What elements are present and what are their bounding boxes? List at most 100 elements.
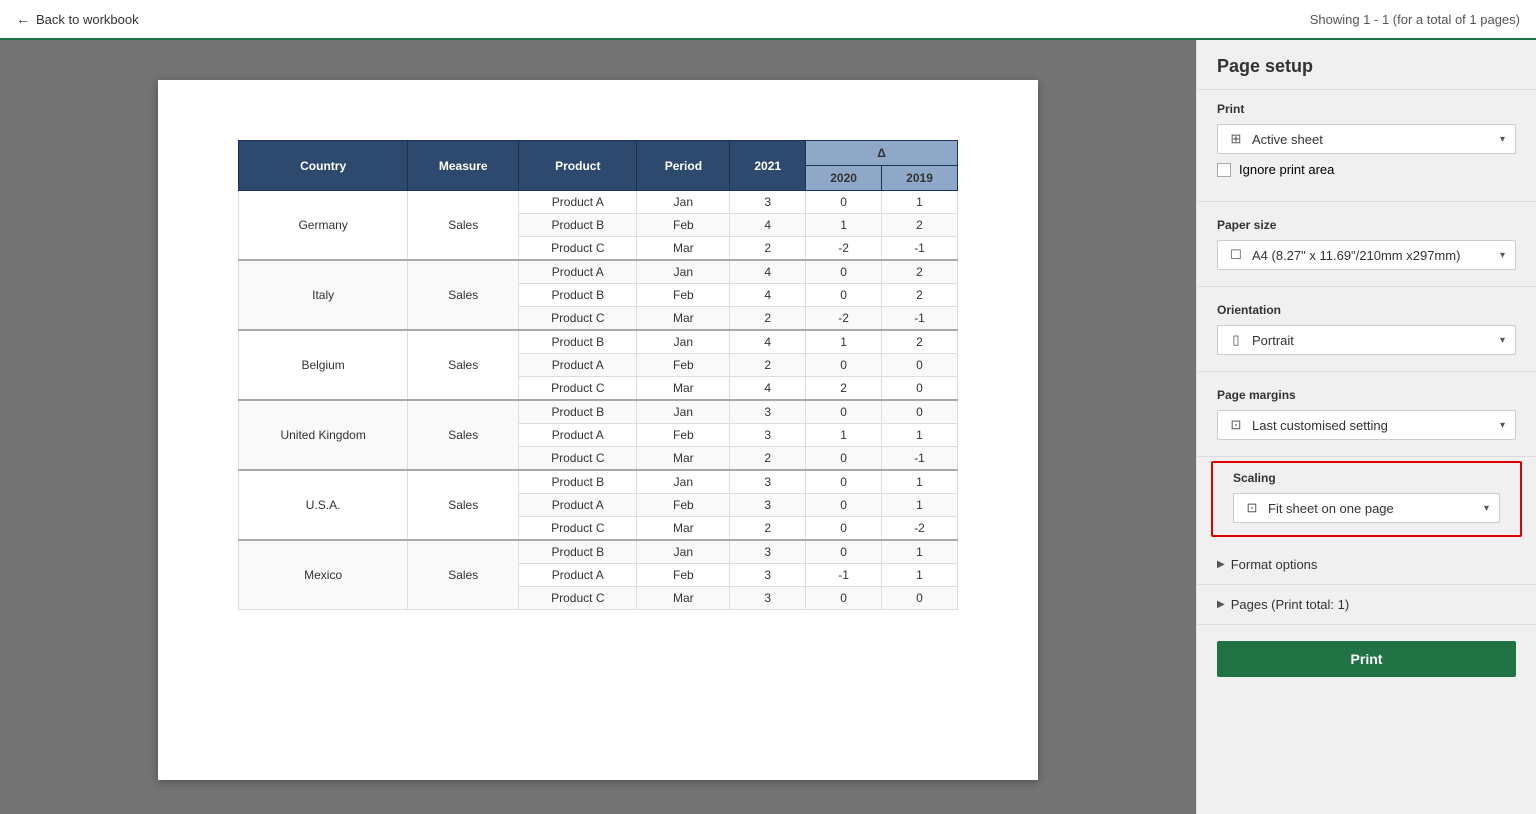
orientation-dropdown[interactable]: ▯ Portrait ▾ (1217, 325, 1516, 355)
cell-2019: 1 (882, 424, 958, 447)
cell-period: Feb (637, 284, 730, 307)
cell-2021: 4 (730, 214, 806, 237)
col-header-2021: 2021 (730, 141, 806, 191)
cell-2020: 0 (806, 470, 882, 494)
cell-product: Product B (519, 400, 637, 424)
scaling-icon: ⊡ (1244, 500, 1260, 516)
cell-2019: 1 (882, 470, 958, 494)
main-layout: Country Measure Product Period 2021 Δ 20… (0, 40, 1536, 814)
cell-2021: 4 (730, 260, 806, 284)
orientation-label: Orientation (1217, 303, 1516, 317)
format-options-row[interactable]: ▶ Format options (1197, 549, 1536, 580)
cell-2020: 0 (806, 191, 882, 214)
cell-2019: -1 (882, 237, 958, 261)
col-header-2020: 2020 (806, 166, 882, 191)
cell-period: Feb (637, 214, 730, 237)
print-button[interactable]: Print (1217, 641, 1516, 677)
cell-period: Jan (637, 260, 730, 284)
pages-row[interactable]: ▶ Pages (Print total: 1) (1197, 589, 1536, 620)
cell-2021: 3 (730, 540, 806, 564)
col-header-2019: 2019 (882, 166, 958, 191)
cell-2019: 0 (882, 354, 958, 377)
cell-2021: 2 (730, 354, 806, 377)
col-header-period: Period (637, 141, 730, 191)
cell-2019: 1 (882, 191, 958, 214)
cell-period: Mar (637, 447, 730, 471)
ignore-print-area-checkbox[interactable] (1217, 163, 1231, 177)
col-header-measure: Measure (408, 141, 519, 191)
cell-2019: -1 (882, 447, 958, 471)
print-dropdown-chevron: ▾ (1500, 134, 1505, 145)
cell-period: Mar (637, 587, 730, 610)
cell-2019: 2 (882, 284, 958, 307)
paper-size-chevron: ▾ (1500, 250, 1505, 261)
cell-country: Belgium (239, 330, 408, 400)
cell-country: Italy (239, 260, 408, 330)
cell-2020: 2 (806, 377, 882, 401)
cell-2021: 2 (730, 447, 806, 471)
paper-size-dropdown[interactable]: ☐ A4 (8.27" x 11.69"/210mm x297mm) ▾ (1217, 240, 1516, 270)
scaling-dropdown[interactable]: ⊡ Fit sheet on one page ▾ (1233, 493, 1500, 523)
cell-2021: 3 (730, 564, 806, 587)
orientation-chevron: ▾ (1500, 335, 1505, 346)
cell-period: Mar (637, 307, 730, 331)
print-dropdown[interactable]: ⊞ Active sheet ▾ (1217, 124, 1516, 154)
cell-country: United Kingdom (239, 400, 408, 470)
cell-2020: -2 (806, 237, 882, 261)
margins-chevron: ▾ (1500, 420, 1505, 431)
cell-product: Product C (519, 377, 637, 401)
cell-2021: 3 (730, 424, 806, 447)
cell-product: Product B (519, 330, 637, 354)
cell-2019: 2 (882, 260, 958, 284)
back-button[interactable]: ← Back to workbook (16, 11, 139, 27)
page-margins-label: Page margins (1217, 388, 1516, 402)
cell-2019: 0 (882, 377, 958, 401)
cell-2019: 1 (882, 494, 958, 517)
cell-2019: 0 (882, 400, 958, 424)
cell-period: Feb (637, 494, 730, 517)
cell-2019: 0 (882, 587, 958, 610)
back-arrow-icon: ← (16, 11, 30, 27)
cell-2021: 4 (730, 330, 806, 354)
cell-measure: Sales (408, 470, 519, 540)
cell-2019: 1 (882, 564, 958, 587)
paper-size-label: Paper size (1217, 218, 1516, 232)
format-options-label: Format options (1231, 557, 1318, 572)
cell-2019: 2 (882, 214, 958, 237)
cell-2021: 3 (730, 494, 806, 517)
cell-product: Product A (519, 564, 637, 587)
page-margins-value: Last customised setting (1252, 418, 1388, 433)
back-label: Back to workbook (36, 12, 139, 27)
orientation-section: Orientation ▯ Portrait ▾ (1197, 291, 1536, 367)
paper-size-section: Paper size ☐ A4 (8.27" x 11.69"/210mm x2… (1197, 206, 1536, 282)
pages-expand-icon: ▶ (1217, 599, 1225, 610)
cell-2021: 2 (730, 307, 806, 331)
cell-country: U.S.A. (239, 470, 408, 540)
page-preview: Country Measure Product Period 2021 Δ 20… (158, 80, 1038, 780)
scaling-section: Scaling ⊡ Fit sheet on one page ▾ (1211, 461, 1522, 537)
cell-2020: 0 (806, 494, 882, 517)
cell-period: Feb (637, 354, 730, 377)
cell-period: Feb (637, 564, 730, 587)
cell-product: Product A (519, 191, 637, 214)
cell-2019: -1 (882, 307, 958, 331)
page-margins-dropdown[interactable]: ⊡ Last customised setting ▾ (1217, 410, 1516, 440)
print-section: Print ⊞ Active sheet ▾ Ignore print area (1197, 90, 1536, 197)
scaling-value: Fit sheet on one page (1268, 501, 1394, 516)
cell-product: Product C (519, 587, 637, 610)
cell-2019: -2 (882, 517, 958, 541)
scaling-label: Scaling (1233, 471, 1500, 485)
cell-product: Product C (519, 237, 637, 261)
cell-product: Product C (519, 307, 637, 331)
delta-header: Δ (806, 141, 958, 166)
print-preview-area: Country Measure Product Period 2021 Δ 20… (0, 40, 1196, 814)
cell-country: Germany (239, 191, 408, 261)
cell-2020: 0 (806, 284, 882, 307)
panel-title: Page setup (1197, 40, 1536, 90)
cell-country: Mexico (239, 540, 408, 610)
page-count-label: Showing 1 - 1 (for a total of 1 pages) (1310, 12, 1520, 27)
cell-period: Jan (637, 540, 730, 564)
data-table: Country Measure Product Period 2021 Δ 20… (238, 140, 958, 610)
cell-2020: -2 (806, 307, 882, 331)
col-header-product: Product (519, 141, 637, 191)
